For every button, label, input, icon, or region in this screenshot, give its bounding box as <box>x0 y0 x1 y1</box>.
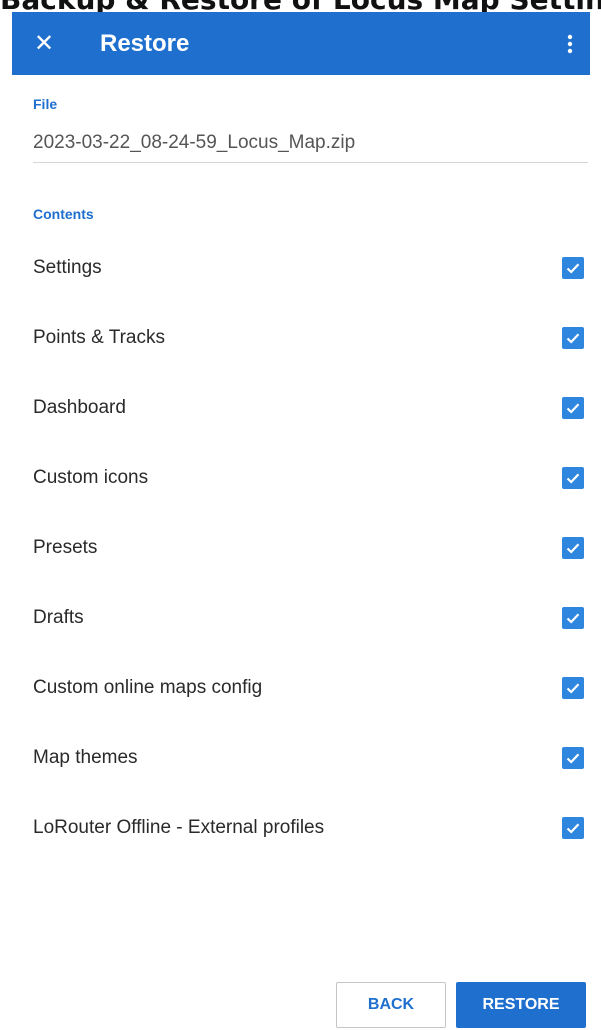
file-name-value: 2023-03-22_08-24-59_Locus_Map.zip <box>33 132 356 153</box>
cropped-caption: Backup & Restore of Locus Map Settings a… <box>0 0 601 12</box>
content-item-label: Custom icons <box>33 467 149 488</box>
file-divider <box>33 162 588 163</box>
content-item-custom-online-maps-config[interactable]: Custom online maps config <box>12 660 590 716</box>
checkbox-checked-icon[interactable] <box>562 747 584 769</box>
content-item-custom-icons[interactable]: Custom icons <box>12 450 590 506</box>
content-item-label: Points & Tracks <box>33 327 165 348</box>
back-button[interactable]: BACK <box>336 982 446 1028</box>
checkbox-checked-icon[interactable] <box>562 327 584 349</box>
checkbox-checked-icon[interactable] <box>562 397 584 419</box>
more-vert-icon[interactable] <box>550 12 590 75</box>
content-item-points-tracks[interactable]: Points & Tracks <box>12 310 590 366</box>
content-item-label: Map themes <box>33 747 138 768</box>
checkbox-checked-icon[interactable] <box>562 257 584 279</box>
file-label: File <box>33 96 58 112</box>
restore-screen: Backup & Restore of Locus Map Settings a… <box>0 0 601 1030</box>
close-icon[interactable]: ✕ <box>16 12 72 75</box>
cropped-caption-text: Backup & Restore of Locus Map Settings a… <box>0 0 601 12</box>
content-item-label: Dashboard <box>33 397 126 418</box>
content-item-map-themes[interactable]: Map themes <box>12 730 590 786</box>
content-item-dashboard[interactable]: Dashboard <box>12 380 590 436</box>
content-item-label: Drafts <box>33 607 84 628</box>
content-item-lorouter-offline-profiles[interactable]: LoRouter Offline - External profiles <box>12 800 590 856</box>
checkbox-checked-icon[interactable] <box>562 467 584 489</box>
content-item-label: Presets <box>33 537 98 558</box>
checkbox-checked-icon[interactable] <box>562 537 584 559</box>
restore-button[interactable]: RESTORE <box>456 982 586 1028</box>
contents-label: Contents <box>33 206 94 222</box>
checkbox-checked-icon[interactable] <box>562 677 584 699</box>
content-item-label: Custom online maps config <box>33 677 263 698</box>
checkbox-checked-icon[interactable] <box>562 607 584 629</box>
app-bar: ✕ Restore <box>12 12 590 75</box>
content-item-settings[interactable]: Settings <box>12 240 590 296</box>
content-item-label: LoRouter Offline - External profiles <box>33 817 325 838</box>
content-item-presets[interactable]: Presets <box>12 520 590 576</box>
content-item-label: Settings <box>33 257 102 278</box>
content-item-drafts[interactable]: Drafts <box>12 590 590 646</box>
page-title: Restore <box>100 29 190 57</box>
checkbox-checked-icon[interactable] <box>562 817 584 839</box>
